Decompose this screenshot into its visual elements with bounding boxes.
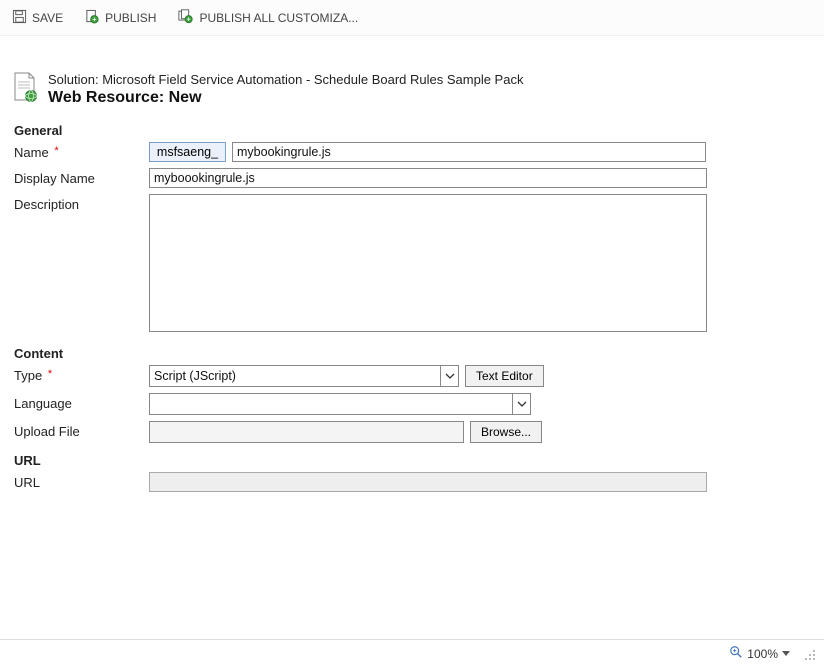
required-mark: * xyxy=(54,145,58,157)
language-select[interactable] xyxy=(149,393,531,415)
label-url: URL xyxy=(14,475,40,490)
label-name: Name xyxy=(14,145,49,160)
name-input[interactable] xyxy=(232,142,706,162)
type-select[interactable]: Script (JScript) xyxy=(149,365,459,387)
form-body: General Name * Display Name Description … xyxy=(0,113,824,492)
row-url: URL xyxy=(14,472,810,492)
zoom-control[interactable]: 100% xyxy=(729,645,790,662)
save-button[interactable]: SAVE xyxy=(10,7,65,29)
web-resource-icon xyxy=(12,72,38,105)
zoom-magnifier-icon xyxy=(729,645,743,662)
solution-title: Solution: Microsoft Field Service Automa… xyxy=(48,72,523,87)
label-upload-file: Upload File xyxy=(14,424,80,439)
publish-all-icon xyxy=(178,9,194,27)
row-upload-file: Upload File Browse... xyxy=(14,421,810,443)
publish-all-label: PUBLISH ALL CUSTOMIZA... xyxy=(199,11,358,25)
save-icon xyxy=(12,9,27,27)
resize-grip-icon xyxy=(802,647,816,661)
section-url: URL xyxy=(14,453,810,468)
name-prefix-input[interactable] xyxy=(149,142,226,162)
page-title: Web Resource: New xyxy=(48,89,523,107)
label-type: Type xyxy=(14,368,42,383)
row-name: Name * xyxy=(14,142,810,162)
publish-icon xyxy=(85,9,100,27)
save-label: SAVE xyxy=(32,11,63,25)
url-input xyxy=(149,472,707,492)
status-bar: 100% xyxy=(0,639,824,667)
text-editor-button[interactable]: Text Editor xyxy=(465,365,544,387)
label-description: Description xyxy=(14,197,79,212)
section-general: General xyxy=(14,123,810,138)
row-display-name: Display Name xyxy=(14,168,810,188)
row-description: Description xyxy=(14,194,810,332)
row-type: Type * Script (JScript) Text Editor xyxy=(14,365,810,387)
chevron-down-icon xyxy=(782,651,790,656)
publish-button[interactable]: PUBLISH xyxy=(83,7,158,29)
required-mark-type: * xyxy=(48,368,52,380)
publish-all-button[interactable]: PUBLISH ALL CUSTOMIZA... xyxy=(176,7,360,29)
label-display-name: Display Name xyxy=(14,171,95,186)
page-header: Solution: Microsoft Field Service Automa… xyxy=(0,36,824,113)
zoom-value: 100% xyxy=(747,647,778,661)
section-content: Content xyxy=(14,346,810,361)
display-name-input[interactable] xyxy=(149,168,707,188)
description-input[interactable] xyxy=(149,194,707,332)
browse-button[interactable]: Browse... xyxy=(470,421,542,443)
row-language: Language xyxy=(14,393,810,415)
upload-file-input[interactable] xyxy=(149,421,464,443)
toolbar: SAVE PUBLISH PUBLISH ALL CUSTOMIZA... xyxy=(0,0,824,36)
publish-label: PUBLISH xyxy=(105,11,156,25)
label-language: Language xyxy=(14,396,72,411)
